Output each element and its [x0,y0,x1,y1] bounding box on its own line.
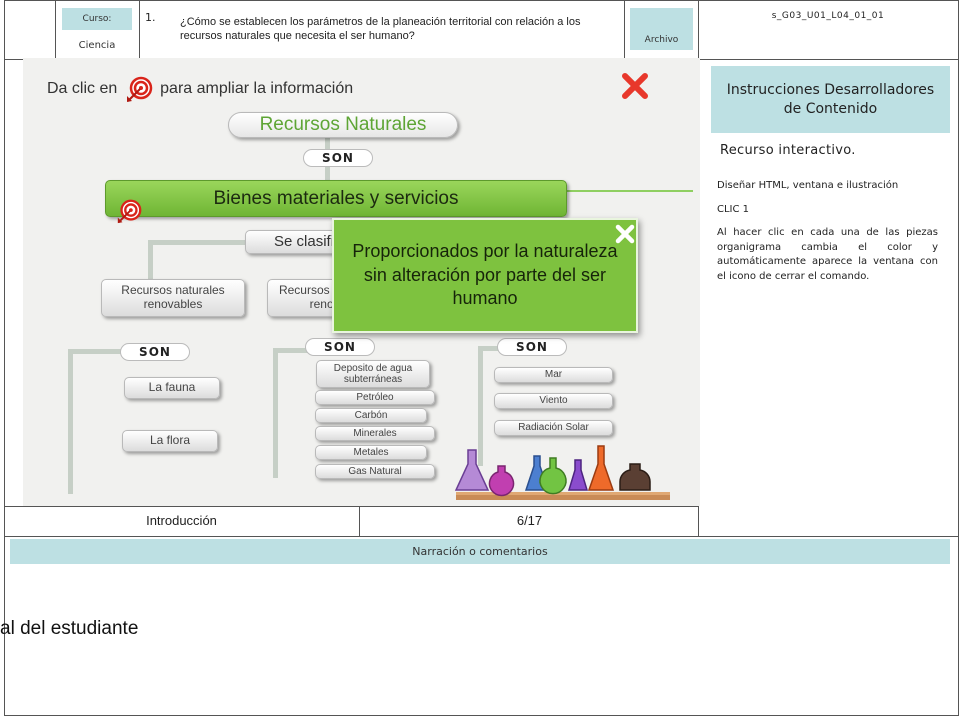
popup-close-icon[interactable] [614,223,636,245]
info-popup: Proporcionados por la naturaleza sin alt… [332,218,638,333]
item-metales[interactable]: Metales [315,445,427,460]
item-viento[interactable]: Viento [494,393,613,409]
question-number: 1. [145,11,156,24]
instruction-line: CLIC 1 [717,203,750,215]
narration-label-text: Narración o comentarios [412,545,548,558]
page-indicator: 6/17 [516,513,543,528]
section-name: Introducción [146,513,217,528]
item-label: Carbón [354,409,388,421]
connector-line [148,240,153,280]
instructions-title: Instrucciones Desarrolladores de Conteni… [711,66,950,133]
target-icon[interactable] [115,196,143,226]
divider [55,0,56,60]
instructions-title-text: Instrucciones Desarrolladores de Conteni… [726,82,935,117]
narration-label: Narración o comentarios [10,539,950,564]
item-label: Deposito de agua subterráneas [333,362,413,386]
instructions-body: Diseñar HTML, ventana e ilustración CLIC… [717,179,938,284]
son-label: SON [120,343,190,361]
click-instruction: Da clic en para ampliar la información [47,74,353,104]
category-label: Recursos naturales renovables [121,283,225,311]
root-node[interactable]: Recursos Naturales [228,112,458,138]
item-label: Radiación Solar [518,422,589,434]
archivo-text: Archivo [644,35,679,45]
son-label: SON [303,149,373,167]
archivo-label: Archivo [630,8,693,50]
divider [624,0,625,60]
close-icon[interactable] [621,72,649,100]
item-label: Viento [539,395,568,407]
question-text: ¿Cómo se establecen los parámetros de la… [180,16,581,43]
connector-line [68,349,73,494]
item-radiacion[interactable]: Radiación Solar [494,420,613,436]
narration-text: al del estudiante [0,618,139,639]
item-label: Gas Natural [348,465,402,477]
connector-line [273,348,278,478]
item-label: Metales [353,446,389,458]
item-petroleo[interactable]: Petróleo [315,390,435,405]
category-renewable[interactable]: Recursos naturales renovables [101,279,245,317]
item-label: La flora [149,433,191,448]
item-label: La fauna [148,380,196,395]
instruction-prefix: Da clic en [47,80,118,98]
item-label: Mar [544,369,563,381]
item-carbon[interactable]: Carbón [315,408,427,423]
main-node[interactable]: Bienes materiales y servicios [105,180,567,217]
course-value: Ciencia [78,40,116,51]
flasks-illustration [454,445,670,500]
file-code: s_G03_U01_L04_01_01 [771,11,885,21]
instruction-line: Al hacer clic en cada una de las piezas … [717,227,938,282]
instruction-suffix: para ampliar la información [160,80,354,98]
target-icon [126,76,152,102]
item-minerales[interactable]: Minerales [315,426,435,441]
interactive-stage: Da clic en para ampliar la información R… [23,58,700,506]
item-agua[interactable]: Deposito de agua subterráneas [316,360,430,388]
item-flora[interactable]: La flora [122,430,218,452]
instruction-line: Diseñar HTML, ventana e ilustración [717,180,899,191]
item-label: Minerales [353,427,397,439]
item-gas[interactable]: Gas Natural [315,464,435,479]
son-label: SON [497,338,567,356]
son-label: SON [305,338,375,356]
divider [139,0,140,60]
course-label: Curso: [62,8,132,30]
main-node-label: Bienes materiales y servicios [213,187,459,209]
item-mar[interactable]: Mar [494,367,613,383]
resource-type: Recurso interactivo. [720,143,856,158]
popup-text: Proporcionados por la naturaleza sin alt… [352,241,618,309]
item-fauna[interactable]: La fauna [124,377,220,399]
root-title: Recursos Naturales [259,114,427,136]
item-label: Petróleo [356,391,394,403]
